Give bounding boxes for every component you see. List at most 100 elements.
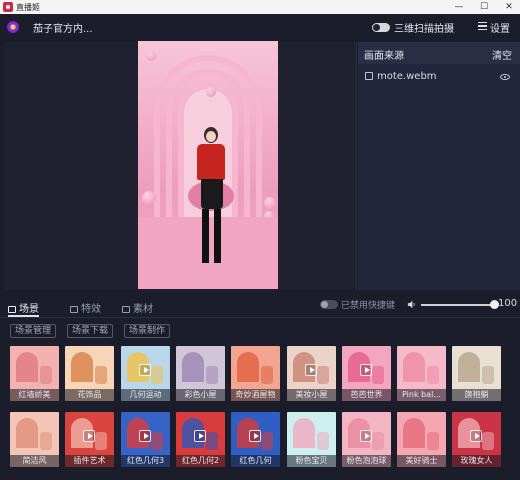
scene-thumbnail[interactable]: 彩色小屋 bbox=[176, 346, 225, 401]
scene-thumbnail[interactable]: 美好骑士 bbox=[397, 412, 446, 467]
thumbnail-art bbox=[372, 366, 384, 384]
scene-label: 红墙娇美 bbox=[10, 389, 59, 401]
thumbnail-art bbox=[95, 432, 107, 450]
scene-thumbnail[interactable]: 插件艺术 bbox=[65, 412, 114, 467]
scene-thumbnail[interactable]: 花饰品 bbox=[65, 346, 114, 401]
balloon-decoration bbox=[206, 87, 216, 97]
scene-thumbnail[interactable]: 红墙娇美 bbox=[10, 346, 59, 401]
settings-button[interactable]: 设置 bbox=[478, 19, 518, 35]
subtab-scene-manage[interactable]: 场景管理 bbox=[10, 324, 57, 338]
video-play-icon bbox=[139, 430, 151, 442]
hotkey-toggle[interactable] bbox=[320, 300, 338, 309]
scene-label: 美好骑士 bbox=[397, 455, 446, 467]
thumbnail-art bbox=[261, 432, 273, 450]
scene-preview-image[interactable] bbox=[138, 41, 278, 289]
scene-thumbnail[interactable]: 奇妙酒屋物 bbox=[231, 346, 280, 401]
tab-materials[interactable]: 素材 bbox=[122, 300, 153, 315]
model-face bbox=[206, 131, 216, 142]
scene-thumbnail[interactable]: 美妆小屋 bbox=[287, 346, 336, 401]
source-item[interactable]: mote.webm bbox=[358, 68, 520, 86]
tab-effects[interactable]: 特效 bbox=[70, 300, 101, 315]
app-window: 直播姬 — ☐ ✕ 茄子官方内... 三维扫描拍摄 设置 画面来源 清空 mot… bbox=[0, 0, 520, 480]
maximize-button[interactable]: ☐ bbox=[471, 0, 497, 14]
scene-label: 红色几何 bbox=[231, 455, 280, 467]
scene-thumbnail[interactable]: Pink bal... bbox=[397, 346, 446, 401]
menu-icon bbox=[478, 22, 487, 30]
scene-thumbnail[interactable]: 粉色宝贝 bbox=[287, 412, 336, 467]
app-header: 茄子官方内... 三维扫描拍摄 设置 bbox=[0, 14, 520, 40]
volume-value: 100 bbox=[498, 298, 518, 309]
3d-scan-toggle[interactable] bbox=[372, 23, 390, 32]
scene-label: 彩色小屋 bbox=[176, 389, 225, 401]
tab-scenes-label: 场景 bbox=[19, 304, 39, 315]
scene-thumbnail[interactable]: 红色几何2 bbox=[176, 412, 225, 467]
effects-icon bbox=[70, 306, 78, 313]
scene-thumbnail[interactable]: 旗袍躺 bbox=[452, 346, 501, 401]
scene-thumbnail[interactable]: 简洁风 bbox=[10, 412, 59, 467]
toggle-knob bbox=[373, 24, 380, 31]
thumbnail-art bbox=[317, 432, 329, 450]
thumbnail-art bbox=[40, 366, 52, 384]
thumbnail-art bbox=[151, 432, 163, 450]
thumbnail-art bbox=[206, 432, 218, 450]
3d-scan-label: 三维扫描拍摄 bbox=[394, 24, 454, 35]
thumbnail-art bbox=[237, 352, 259, 382]
close-button[interactable]: ✕ bbox=[496, 0, 520, 14]
tab-materials-label: 素材 bbox=[133, 304, 153, 315]
video-play-icon bbox=[249, 430, 261, 442]
scene-thumbnail[interactable]: 红色几何 bbox=[231, 412, 280, 467]
scene-thumbnail[interactable]: 几何运动 bbox=[121, 346, 170, 401]
minimize-button[interactable]: — bbox=[446, 0, 472, 14]
volume-slider-track[interactable] bbox=[421, 304, 495, 306]
app-logo-icon bbox=[3, 2, 13, 12]
thumbnail-art bbox=[317, 366, 329, 384]
scene-label: 简洁风 bbox=[10, 455, 59, 467]
thumbnail-art bbox=[403, 352, 425, 382]
thumbnail-art bbox=[95, 366, 107, 384]
speaker-icon[interactable] bbox=[407, 300, 416, 309]
thumbnail-art bbox=[206, 366, 218, 384]
video-play-icon bbox=[83, 430, 95, 442]
channel-name[interactable]: 茄子官方内... bbox=[33, 20, 93, 35]
scene-thumbnail[interactable]: 粉色泡泡球 bbox=[342, 412, 391, 467]
sources-header: 画面来源 清空 bbox=[358, 42, 520, 64]
tab-effects-label: 特效 bbox=[81, 304, 101, 315]
subtab-scene-download[interactable]: 场景下载 bbox=[67, 324, 114, 338]
scene-thumbnail[interactable]: 芭芭世界 bbox=[342, 346, 391, 401]
thumbnail-art bbox=[403, 418, 425, 448]
scene-label: 插件艺术 bbox=[65, 455, 114, 467]
sources-panel: 画面来源 清空 mote.webm bbox=[358, 42, 520, 290]
scene-label: 粉色宝贝 bbox=[287, 455, 336, 467]
thumbnail-art bbox=[16, 352, 38, 382]
scene-label: 芭芭世界 bbox=[342, 389, 391, 401]
bottom-tab-bar: 场景 特效 素材 bbox=[0, 294, 520, 318]
thumbnail-art bbox=[458, 352, 480, 382]
scene-label: 几何运动 bbox=[121, 389, 170, 401]
clear-sources-button[interactable]: 清空 bbox=[492, 47, 512, 62]
model-leg bbox=[202, 209, 209, 263]
channel-avatar-icon[interactable] bbox=[7, 21, 19, 33]
settings-label: 设置 bbox=[490, 24, 510, 35]
balloon-decoration bbox=[142, 191, 156, 205]
scene-label: 花饰品 bbox=[65, 389, 114, 401]
scene-thumbnail[interactable]: 红色几何3 bbox=[121, 412, 170, 467]
thumbnail-art bbox=[16, 418, 38, 448]
thumbnail-art bbox=[71, 352, 93, 382]
subtab-scene-create[interactable]: 场景制作 bbox=[124, 324, 171, 338]
thumbnail-art bbox=[293, 418, 315, 448]
scene-label: 红色几何2 bbox=[176, 455, 225, 467]
window-title: 直播姬 bbox=[16, 3, 40, 12]
scene-label: 旗袍躺 bbox=[452, 389, 501, 401]
scene-thumbnail[interactable]: 玫瑰女人 bbox=[452, 412, 501, 467]
thumbnail-art bbox=[182, 352, 204, 382]
thumbnail-art bbox=[482, 366, 494, 384]
scene-icon bbox=[8, 306, 16, 313]
scene-label: 粉色泡泡球 bbox=[342, 455, 391, 467]
thumbnail-art bbox=[40, 432, 52, 450]
tab-scenes[interactable]: 场景 bbox=[8, 300, 39, 317]
video-play-icon bbox=[470, 430, 482, 442]
source-name: mote.webm bbox=[377, 71, 437, 82]
balloon-decoration bbox=[264, 197, 276, 209]
video-play-icon bbox=[360, 364, 372, 376]
visibility-eye-icon[interactable] bbox=[500, 74, 510, 80]
